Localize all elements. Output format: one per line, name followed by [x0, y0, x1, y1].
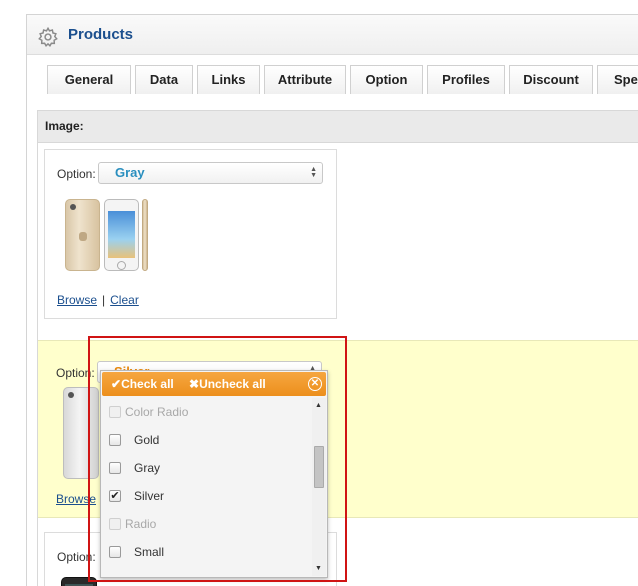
option-multiselect-dropdown[interactable]: ✔Check all ✖Uncheck all ✕ Color Radio Go…	[100, 370, 328, 578]
tab-discount[interactable]: Discount	[509, 65, 593, 94]
checkbox-disabled	[109, 518, 121, 530]
product-image-side[interactable]	[142, 199, 148, 271]
browse-link[interactable]: Browse	[57, 293, 97, 307]
browse-link[interactable]: Browse	[56, 492, 96, 506]
checkbox[interactable]	[109, 546, 121, 558]
item-label: Small	[134, 545, 165, 559]
panel-header: Products	[27, 15, 638, 55]
scrollbar-thumb[interactable]	[314, 446, 324, 488]
option-box-gray: Option: Gray ▲ ▼ Browse | Clear	[44, 149, 337, 319]
group-label: Radio	[125, 517, 157, 531]
list-item-small[interactable]: Small	[101, 538, 313, 566]
product-image-silver-back[interactable]	[63, 387, 99, 479]
uncheck-all-label: Uncheck all	[199, 377, 266, 391]
scroll-up-icon[interactable]: ▲	[315, 402, 322, 409]
product-image-dark[interactable]	[61, 577, 97, 586]
list-item-gray[interactable]: Gray	[101, 454, 313, 482]
link-separator: |	[102, 293, 106, 307]
item-label: Gold	[134, 433, 160, 447]
image-actions: Browse	[56, 492, 96, 506]
group-label: Color Radio	[125, 405, 189, 419]
gear-icon	[38, 26, 58, 47]
checkbox-disabled	[109, 406, 121, 418]
scroll-down-icon[interactable]: ▼	[315, 565, 322, 572]
product-image-front[interactable]	[104, 199, 139, 271]
checkbox[interactable]	[109, 462, 121, 474]
tab-special[interactable]: Spe	[597, 65, 638, 94]
check-all-button[interactable]: ✔Check all	[111, 372, 174, 396]
cross-icon: ✖	[189, 377, 200, 391]
tab-option[interactable]: Option	[350, 65, 423, 94]
option-label: Option:	[56, 366, 95, 380]
list-item-silver[interactable]: ✔ Silver	[101, 482, 313, 510]
tab-attribute[interactable]: Attribute	[264, 65, 346, 94]
tab-links[interactable]: Links	[197, 65, 260, 94]
checkbox-checked[interactable]: ✔	[109, 490, 121, 502]
close-icon[interactable]: ✕	[308, 377, 322, 391]
check-all-label: Check all	[121, 377, 174, 391]
option-select-gray[interactable]: Gray ▲ ▼	[98, 162, 323, 184]
item-label: Gray	[134, 461, 161, 475]
tab-general[interactable]: General	[47, 65, 131, 94]
list-group-radio: Radio	[101, 510, 313, 538]
tab-data[interactable]: Data	[135, 65, 193, 94]
dropdown-list: Color Radio Gold Gray ✔ Silver Radio Sma…	[101, 398, 313, 576]
item-label: Silver	[134, 489, 165, 503]
select-arrows-icon: ▲▼	[310, 166, 317, 179]
clear-link[interactable]: Clear	[110, 293, 139, 307]
image-heading: Image:	[38, 111, 638, 143]
check-icon: ✔	[111, 377, 122, 391]
tab-profiles[interactable]: Profiles	[427, 65, 505, 94]
image-actions: Browse | Clear	[57, 293, 139, 307]
checkbox[interactable]	[109, 434, 121, 446]
list-item-gold[interactable]: Gold	[101, 426, 313, 454]
option-label: Option:	[57, 550, 96, 564]
page-title: Products	[68, 26, 134, 43]
option-select-value: Gray	[115, 165, 145, 180]
list-group-color-radio: Color Radio	[101, 398, 313, 426]
uncheck-all-button[interactable]: ✖Uncheck all	[189, 372, 266, 396]
product-image-gold-back[interactable]	[65, 199, 100, 271]
dropdown-scrollbar[interactable]: ▲ ▼	[312, 398, 326, 576]
option-label: Option:	[57, 167, 96, 181]
dropdown-toolbar: ✔Check all ✖Uncheck all ✕	[102, 372, 326, 396]
